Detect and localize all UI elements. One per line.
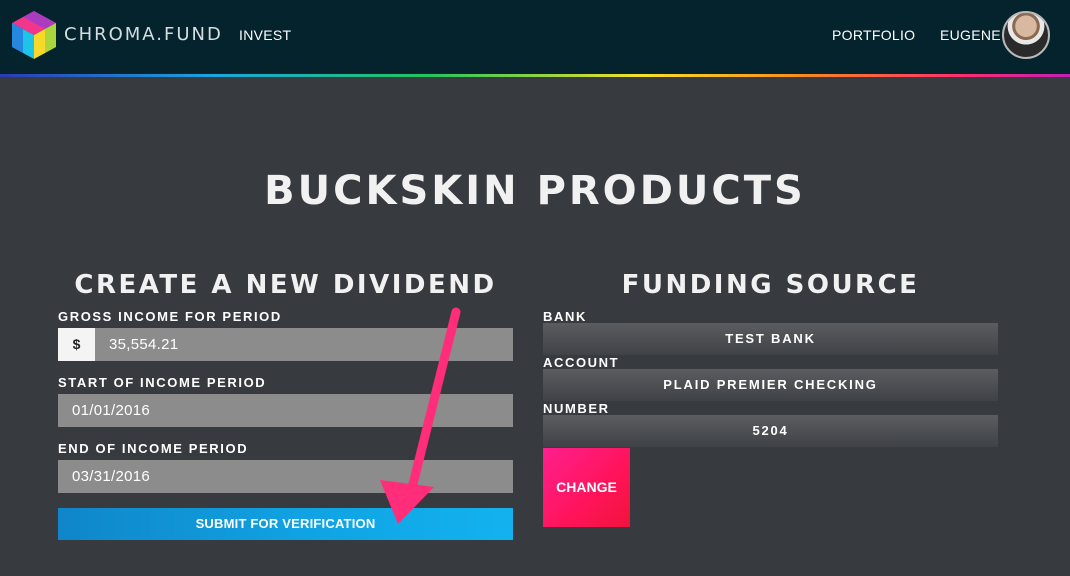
account-value: PLAID PREMIER CHECKING — [543, 369, 998, 401]
chroma-cube-logo-icon[interactable] — [10, 9, 58, 61]
submit-for-verification-button[interactable]: SUBMIT FOR VERIFICATION — [58, 508, 513, 540]
dividend-form-title: CREATE A NEW DIVIDEND — [74, 270, 497, 300]
change-funding-button[interactable]: CHANGE — [543, 448, 630, 527]
gross-income-label: GROSS INCOME FOR PERIOD — [58, 309, 282, 324]
user-menu-name[interactable]: EUGENE — [940, 27, 1001, 43]
user-avatar[interactable] — [1002, 11, 1050, 59]
bank-label: BANK — [543, 309, 587, 324]
page-title: BUCKSKIN PRODUCTS — [264, 168, 806, 214]
gross-income-input[interactable]: 35,554.21 — [58, 328, 513, 361]
number-label: NUMBER — [543, 401, 610, 416]
funding-source-title: FUNDING SOURCE — [621, 270, 920, 300]
end-period-label: END OF INCOME PERIOD — [58, 441, 249, 456]
top-navigation-bar: CHROMA.FUND INVEST PORTFOLIO EUGENE — [0, 0, 1070, 74]
start-period-input[interactable]: 01/01/2016 — [58, 394, 513, 427]
start-period-label: START OF INCOME PERIOD — [58, 375, 267, 390]
bank-value: TEST BANK — [543, 323, 998, 355]
nav-portfolio-link[interactable]: PORTFOLIO — [832, 27, 915, 43]
end-period-input[interactable]: 03/31/2016 — [58, 460, 513, 493]
rainbow-divider — [0, 74, 1070, 77]
account-number-value: 5204 — [543, 415, 998, 447]
brand-name[interactable]: CHROMA.FUND — [64, 24, 223, 45]
account-label: ACCOUNT — [543, 355, 620, 370]
nav-invest-link[interactable]: INVEST — [239, 27, 291, 43]
currency-dollar-icon: $ — [58, 328, 95, 361]
